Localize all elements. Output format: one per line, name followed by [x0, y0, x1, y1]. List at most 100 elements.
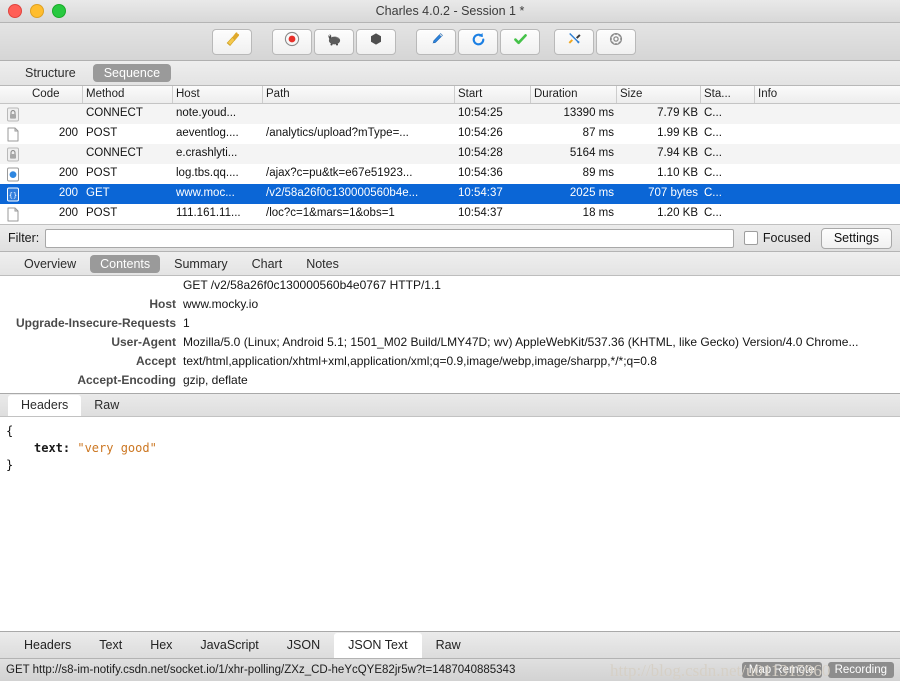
tab-structure[interactable]: Structure — [14, 64, 87, 82]
cell-path: /v2/58a26f0c130000560b4e... — [266, 187, 419, 199]
table-row[interactable]: CONNECT e.crashlyti... 10:54:28 5164 ms 7.94… — [0, 144, 900, 164]
response-tab-headers[interactable]: Headers — [10, 633, 85, 658]
cell-start: 10:54:28 — [458, 147, 503, 159]
header-key — [0, 276, 176, 295]
column-divider[interactable] — [700, 86, 701, 103]
json-doc-icon: {} — [6, 187, 20, 202]
column-divider[interactable] — [616, 86, 617, 103]
focused-checkbox-group[interactable]: Focused — [743, 231, 811, 245]
column-divider[interactable] — [530, 86, 531, 103]
header-key: User-Agent — [111, 335, 176, 349]
table-row[interactable]: {} 200 GET www.moc... /v2/58a26f0c130000560b… — [0, 184, 900, 204]
map-remote-badge[interactable]: Map Remote — [741, 662, 822, 678]
table-row[interactable]: 200 POST log.tbs.qq.... /ajax?c=pu&tk=e67e5… — [0, 164, 900, 184]
header-value: 1 — [183, 316, 190, 330]
column-divider[interactable] — [262, 86, 263, 103]
response-tab-raw[interactable]: Raw — [422, 633, 475, 658]
column-divider[interactable] — [754, 86, 755, 103]
column-header-sta[interactable]: Sta... — [700, 88, 756, 100]
response-tab-text[interactable]: Text — [85, 633, 136, 658]
column-divider[interactable] — [454, 86, 455, 103]
tab-notes[interactable]: Notes — [296, 255, 349, 273]
main-toolbar — [0, 23, 900, 61]
cell-start: 10:54:25 — [458, 107, 503, 119]
response-tab-json[interactable]: JSON — [273, 633, 334, 658]
response-tab-javascript[interactable]: JavaScript — [186, 633, 272, 658]
cell-code: 200 — [58, 187, 78, 199]
header-value: text/html,application/xhtml+xml,applicat… — [183, 354, 657, 368]
cell-method: POST — [86, 167, 118, 179]
request-tab-raw[interactable]: Raw — [81, 395, 132, 416]
cell-duration: 87 ms — [582, 127, 614, 139]
column-header-host[interactable]: Host — [172, 88, 264, 100]
clear-session-button[interactable] — [212, 28, 252, 55]
json-property-row: text: "very good" — [6, 440, 900, 457]
tab-overview[interactable]: Overview — [14, 255, 86, 273]
request-tab-headers[interactable]: Headers — [8, 395, 82, 416]
throttle-button[interactable] — [314, 28, 354, 55]
cell-duration: 18 ms — [582, 207, 614, 219]
column-divider[interactable] — [172, 86, 173, 103]
response-body-json: { text: "very good" } — [0, 417, 900, 631]
title-bar: Charles 4.0.2 - Session 1 * — [0, 0, 900, 23]
column-header-path[interactable]: Path — [262, 88, 456, 100]
header-value: zh-CN,en-US;q=0.8 — [176, 390, 288, 393]
filter-settings-button[interactable]: Settings — [820, 227, 892, 249]
tab-contents[interactable]: Contents — [90, 254, 161, 273]
request-subtabs: Headers Raw — [0, 393, 900, 417]
json-value: "very good" — [77, 441, 157, 455]
header-value: www.mocky.io — [183, 297, 259, 311]
tab-sequence[interactable]: Sequence — [92, 64, 172, 82]
cell-code: 200 — [58, 207, 78, 219]
filter-input[interactable] — [45, 228, 734, 248]
compose-button[interactable] — [416, 28, 456, 55]
cell-method: CONNECT — [86, 107, 143, 119]
recording-badge[interactable]: Recording — [827, 662, 894, 678]
request-headers-pane: GET /v2/58a26f0c130000560b4e0767 HTTP/1.… — [0, 276, 900, 393]
tools-button[interactable] — [554, 28, 594, 55]
column-header-method[interactable]: Method — [82, 88, 174, 100]
cell-host: www.moc... — [176, 187, 235, 199]
json-close-brace: } — [6, 458, 14, 472]
column-divider[interactable] — [82, 86, 83, 103]
cell-host: aeventlog.... — [176, 127, 239, 139]
cell-status: C... — [704, 207, 722, 219]
doc-icon — [6, 207, 20, 222]
column-header-duration[interactable]: Duration — [530, 88, 618, 100]
breakpoints-button[interactable] — [356, 28, 396, 55]
repeat-button[interactable] — [458, 28, 498, 55]
json-key: text: — [34, 441, 71, 455]
focused-label: Focused — [762, 231, 811, 245]
cell-path: /ajax?c=pu&tk=e67e51923... — [266, 167, 413, 179]
refresh-icon — [470, 31, 487, 53]
cell-start: 10:54:37 — [458, 187, 503, 199]
broom-icon — [224, 31, 241, 53]
column-header-size[interactable]: Size — [616, 88, 702, 100]
record-button[interactable] — [272, 28, 312, 55]
header-value: gzip, deflate — [183, 373, 248, 387]
column-header-start[interactable]: Start — [454, 88, 532, 100]
column-header-info[interactable]: Info — [754, 88, 900, 100]
response-tab-json-text[interactable]: JSON Text — [334, 633, 422, 658]
tools-icon — [566, 31, 583, 53]
focused-checkbox[interactable] — [743, 231, 758, 245]
header-row: Accept-Languagezh-CN,en-US;q=0.8 — [0, 390, 900, 393]
cell-path: /analytics/upload?mType=... — [266, 127, 409, 139]
column-header-code[interactable]: Code — [28, 88, 82, 100]
response-tab-hex[interactable]: Hex — [136, 633, 186, 658]
settings-button[interactable] — [596, 28, 636, 55]
cell-method: GET — [86, 187, 110, 199]
response-subtabs: Headers Text Hex JavaScript JSON JSON Text Raw — [0, 631, 900, 658]
status-bar: http://blog.csdn.net/u011315960 GET http… — [0, 658, 900, 681]
table-row[interactable]: CONNECT note.youd... 10:54:25 13390 ms 7.79 … — [0, 104, 900, 124]
cell-start: 10:54:36 — [458, 167, 503, 179]
tab-summary[interactable]: Summary — [164, 255, 237, 273]
header-value: Mozilla/5.0 (Linux; Android 5.1; 1501_M0… — [183, 335, 859, 349]
header-key: Host — [149, 297, 176, 311]
validate-button[interactable] — [500, 28, 540, 55]
gear-icon — [608, 31, 624, 52]
tab-chart[interactable]: Chart — [242, 255, 293, 273]
table-row[interactable]: 200 POST aeventlog.... /analytics/upload?mT… — [0, 124, 900, 144]
table-row[interactable]: 200 POST 111.161.11... /loc?c=1&mars=1&obs=… — [0, 204, 900, 224]
cell-host: log.tbs.qq.... — [176, 167, 239, 179]
